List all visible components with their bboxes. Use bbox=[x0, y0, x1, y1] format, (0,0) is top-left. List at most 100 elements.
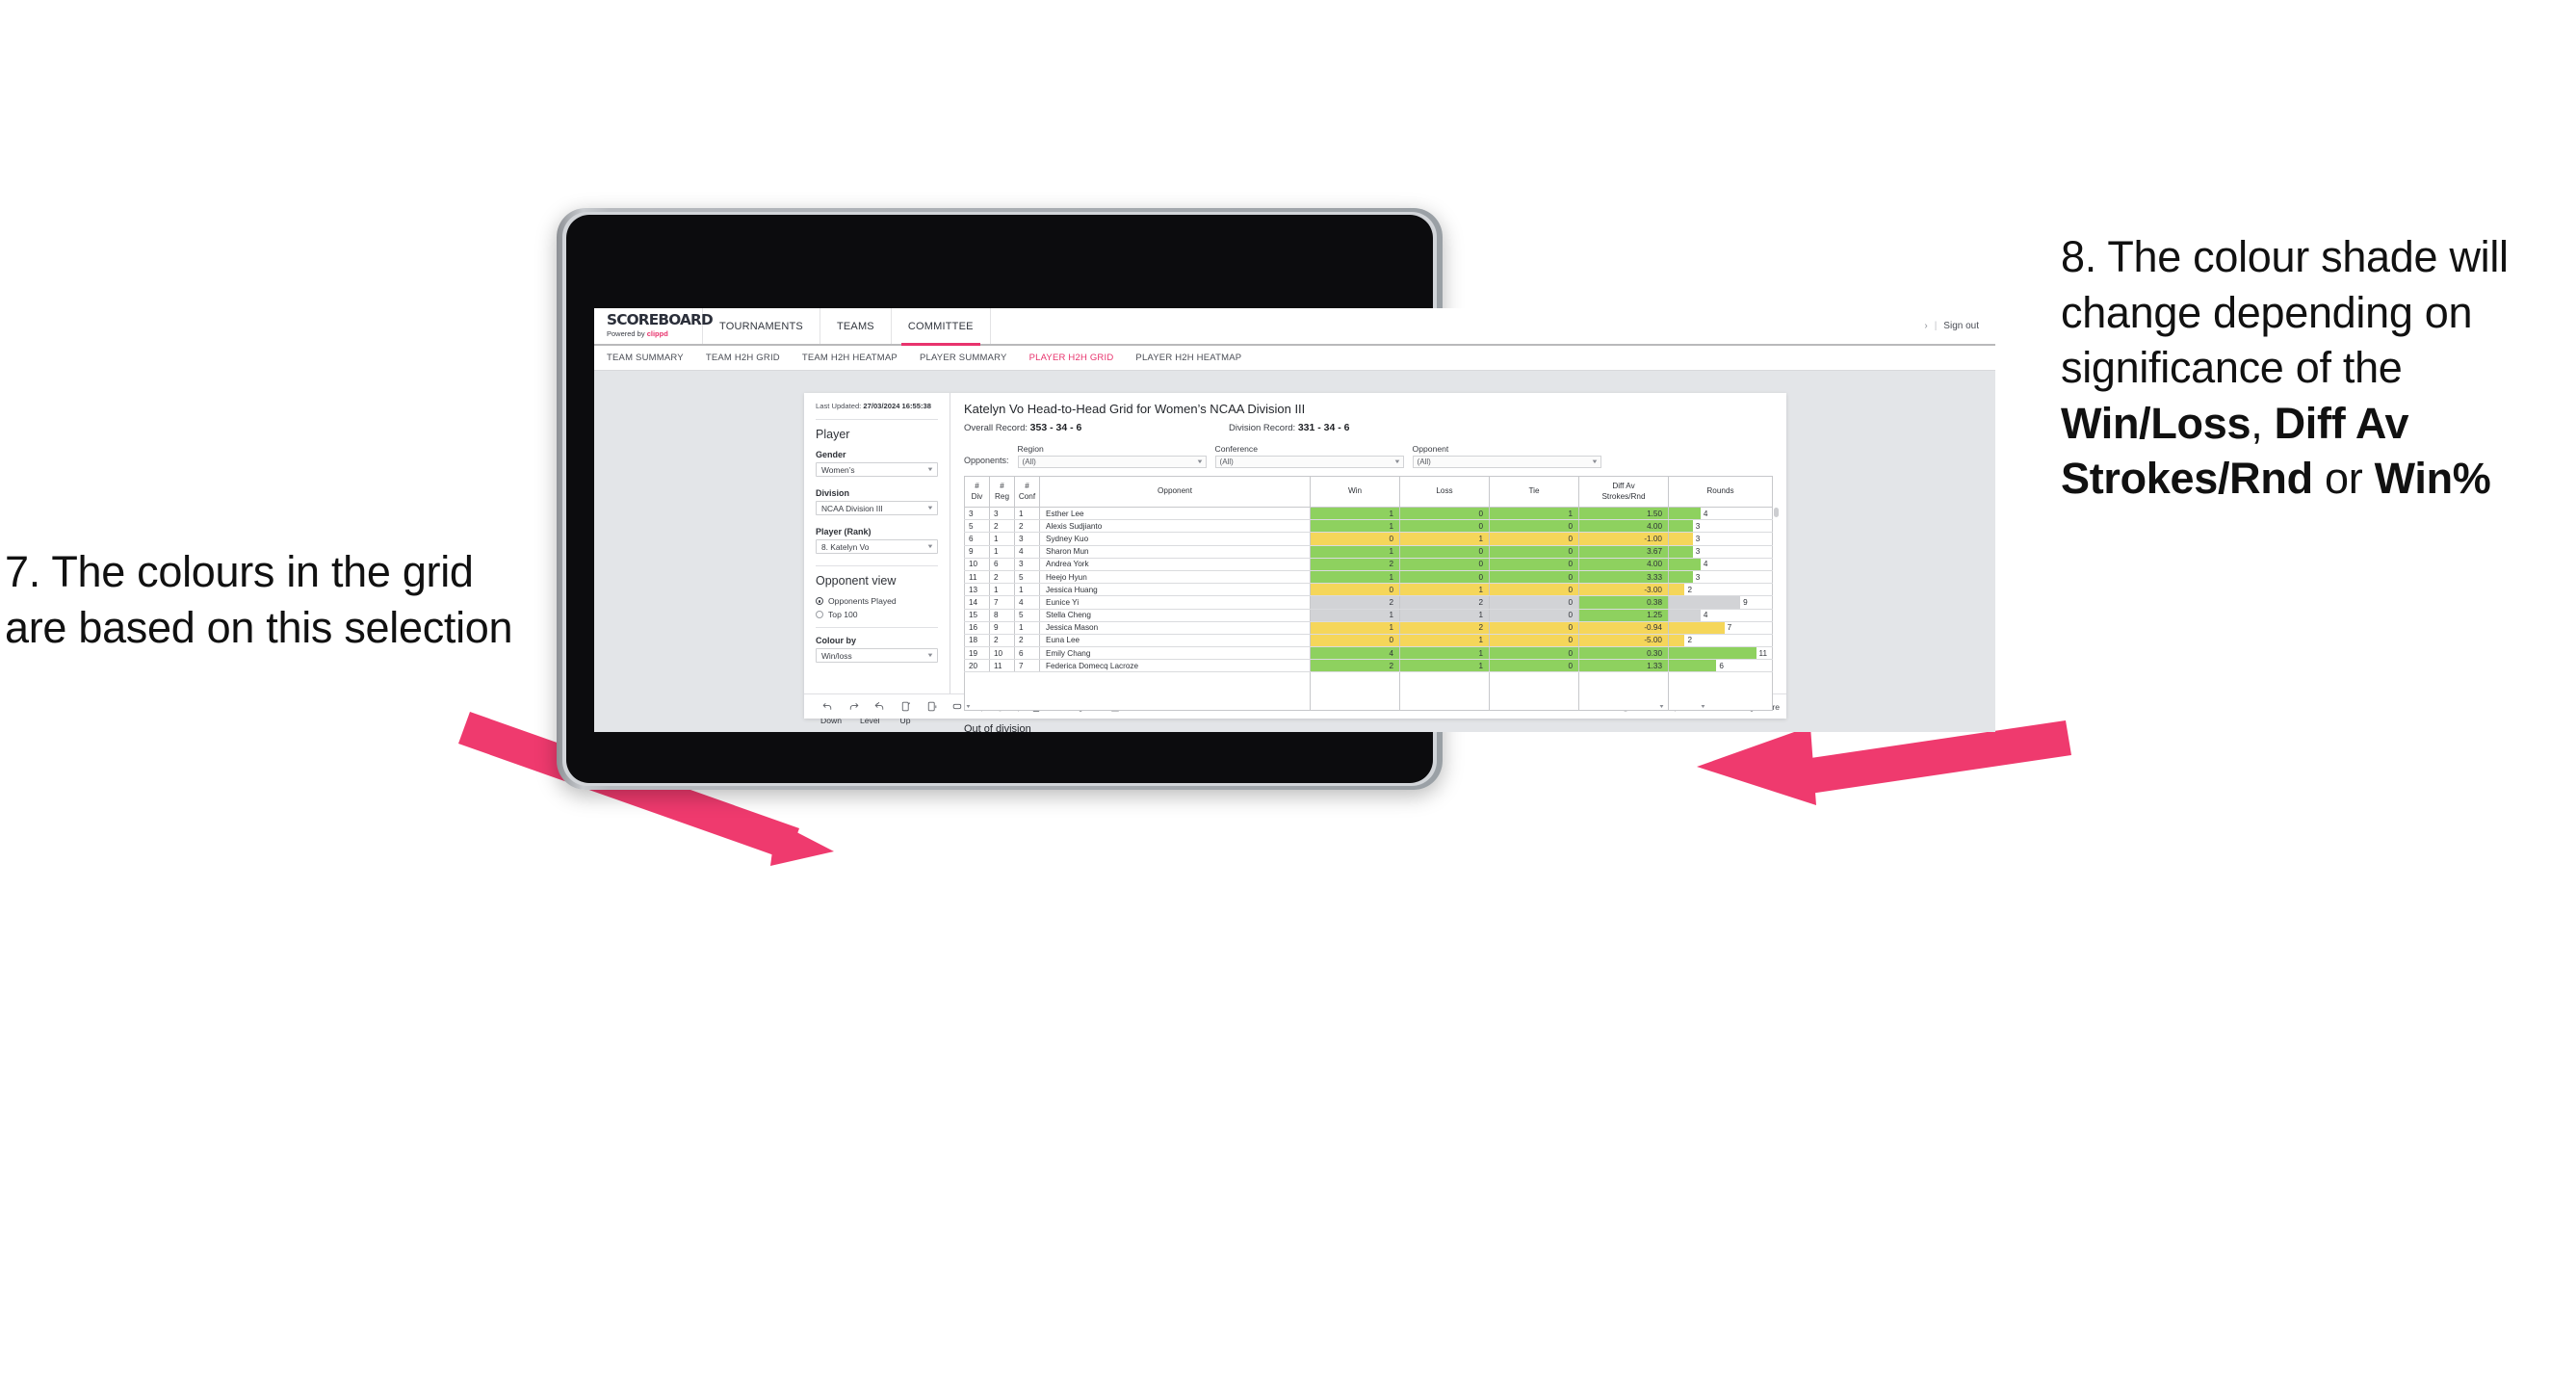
table-row[interactable]: 13 1 1 Jessica Huang 0 1 0 -3.00 2 bbox=[964, 583, 1773, 597]
h2h-grid-col-header: # Div bbox=[964, 476, 990, 508]
overall-record-label: Overall Record: bbox=[964, 423, 1030, 433]
cell-div: 16 bbox=[964, 621, 990, 635]
chevron-right-icon[interactable]: › bbox=[1924, 321, 1927, 331]
cell-tie: 0 bbox=[1489, 659, 1579, 673]
rounds-bar bbox=[1669, 508, 1701, 520]
cell-conf: 4 bbox=[1014, 595, 1040, 610]
rounds-bar bbox=[1669, 558, 1701, 570]
table-row[interactable]: 15 8 5 Stella Cheng 1 1 0 1.25 4 bbox=[964, 609, 1773, 622]
subnav-team-h2h-grid[interactable]: TEAM H2H GRID bbox=[706, 353, 780, 363]
top-nav-committee[interactable]: COMMITTEE bbox=[892, 308, 991, 346]
h2h-grid-table: # Div # Reg # Conf Opponent Win Loss Tie Diff Av St… bbox=[964, 476, 1773, 711]
cell-reg: 3 bbox=[989, 507, 1015, 521]
division-record-label: Division Record: bbox=[1229, 423, 1298, 433]
table-scrollbar[interactable] bbox=[1774, 508, 1779, 517]
cell-div: 11 bbox=[964, 570, 990, 585]
h2h-grid-col-header: # Conf bbox=[1014, 476, 1040, 508]
subnav-player-h2h-grid[interactable]: PLAYER H2H GRID bbox=[1029, 353, 1114, 363]
visualization-panel: Katelyn Vo Head-to-Head Grid for Women’s… bbox=[950, 393, 1786, 732]
cell-blank bbox=[964, 685, 990, 698]
filter-player-rank-value: 8. Katelyn Vo bbox=[821, 541, 870, 552]
cell-blank bbox=[1310, 697, 1400, 711]
cell-opponent: Jessica Mason bbox=[1039, 621, 1311, 635]
filter-conference-select[interactable]: (All) ▼ bbox=[1214, 456, 1404, 468]
cell-loss: 1 bbox=[1399, 532, 1490, 546]
subnav-team-h2h-heatmap[interactable]: TEAM H2H HEATMAP bbox=[802, 353, 898, 363]
cell-win: 2 bbox=[1310, 558, 1400, 571]
table-blank-row bbox=[964, 671, 1773, 686]
table-row[interactable]: 14 7 4 Eunice Yi 2 2 0 0.38 9 bbox=[964, 595, 1773, 610]
brand-logo[interactable]: SCOREBOARD Powered by clippd bbox=[594, 308, 714, 344]
filter-region-select[interactable]: (All) ▼ bbox=[1017, 456, 1207, 468]
table-row[interactable]: 6 1 3 Sydney Kuo 0 1 0 -1.00 3 bbox=[964, 532, 1773, 546]
refresh-data-button[interactable] bbox=[893, 700, 919, 713]
cell-reg: 1 bbox=[989, 532, 1015, 546]
h2h-grid-col-header: Rounds bbox=[1668, 476, 1773, 508]
cell-rounds: 3 bbox=[1668, 570, 1773, 585]
cell-rounds: 3 bbox=[1668, 545, 1773, 559]
cell-diff-av-strokes: 3.67 bbox=[1578, 545, 1669, 559]
top-nav-teams[interactable]: TEAMS bbox=[820, 308, 892, 344]
cell-reg: 9 bbox=[989, 621, 1015, 635]
cell-diff-av-strokes: 1.33 bbox=[1578, 659, 1669, 673]
revert-button[interactable] bbox=[867, 700, 893, 713]
filter-gender-select[interactable]: Women’s ▼ bbox=[816, 462, 938, 478]
cell-blank bbox=[1039, 685, 1311, 698]
cell-conf: 3 bbox=[1014, 532, 1040, 546]
cell-diff-av-strokes: -3.00 bbox=[1578, 583, 1669, 597]
cell-conf: 6 bbox=[1014, 646, 1040, 661]
filter-colour-by-select[interactable]: Win/loss ▼ bbox=[816, 648, 938, 664]
chevron-down-icon: ▾ bbox=[966, 704, 971, 710]
cell-reg: 6 bbox=[989, 558, 1015, 571]
filter-colour-by-label: Colour by bbox=[816, 636, 856, 646]
cell-tie: 0 bbox=[1489, 621, 1579, 635]
cell-loss: 1 bbox=[1399, 609, 1490, 622]
rounds-bar bbox=[1669, 621, 1725, 634]
cell-diff-av-strokes: 4.00 bbox=[1578, 519, 1669, 534]
table-row[interactable]: 3 3 1 Esther Lee 1 0 1 1.50 4 bbox=[964, 507, 1773, 521]
table-row[interactable]: 18 2 2 Euna Lee 0 1 0 -5.00 2 bbox=[964, 634, 1773, 648]
page-title: Katelyn Vo Head-to-Head Grid for Women’s… bbox=[964, 402, 1306, 416]
annotation-8-bold-winpct: Win% bbox=[2374, 454, 2491, 504]
cell-conf: 3 bbox=[1014, 558, 1040, 571]
subnav-player-summary[interactable]: PLAYER SUMMARY bbox=[920, 353, 1007, 363]
cell-blank bbox=[1668, 671, 1773, 686]
rounds-bar bbox=[1669, 660, 1717, 672]
filter-region: Region (All) ▼ bbox=[1017, 444, 1207, 468]
cell-reg: 8 bbox=[989, 609, 1015, 622]
cell-win: 2 bbox=[1310, 659, 1400, 673]
cell-div: 6 bbox=[964, 532, 990, 546]
filter-region-value: (All) bbox=[1022, 458, 1036, 466]
cell-diff-av-strokes: -1.00 bbox=[1578, 532, 1669, 546]
cell-opponent: Emily Chang bbox=[1039, 646, 1311, 661]
filter-division-select[interactable]: NCAA Division III ▼ bbox=[816, 501, 938, 516]
top-nav-tournaments[interactable]: TOURNAMENTS bbox=[703, 308, 820, 344]
subnav-player-h2h-heatmap[interactable]: PLAYER H2H HEATMAP bbox=[1135, 353, 1241, 363]
undo-button[interactable] bbox=[815, 700, 841, 713]
filter-player-rank-label: Player (Rank) bbox=[816, 527, 872, 537]
table-row[interactable]: 10 6 3 Andrea York 2 0 0 4.00 4 bbox=[964, 558, 1773, 571]
pause-updates-button[interactable] bbox=[919, 700, 945, 713]
filter-colour-by-value: Win/loss bbox=[821, 650, 852, 661]
table-row[interactable]: 16 9 1 Jessica Mason 1 2 0 -0.94 7 bbox=[964, 621, 1773, 635]
cell-blank bbox=[1399, 697, 1490, 711]
radio-top-100[interactable]: Top 100 bbox=[816, 610, 938, 619]
rounds-bar bbox=[1669, 520, 1693, 533]
cell-reg: 11 bbox=[989, 659, 1015, 673]
subnav-team-summary[interactable]: TEAM SUMMARY bbox=[607, 353, 684, 363]
table-row[interactable]: 11 2 5 Heejo Hyun 1 0 0 3.33 3 bbox=[964, 570, 1773, 585]
sign-out-link[interactable]: Sign out bbox=[1943, 321, 1979, 331]
radio-top-100-label: Top 100 bbox=[828, 610, 858, 620]
filter-gender: Gender Women’s ▼ bbox=[816, 450, 938, 478]
redo-button[interactable] bbox=[841, 700, 867, 713]
cell-blank bbox=[1489, 697, 1579, 711]
filter-opponent-select[interactable]: (All) ▼ bbox=[1412, 456, 1601, 468]
filter-gender-label: Gender bbox=[816, 450, 846, 460]
table-row[interactable]: 20 11 7 Federica Domecq Lacroze 2 1 0 1.33 6 bbox=[964, 659, 1773, 673]
radio-opponents-played[interactable]: Opponents Played bbox=[816, 596, 938, 606]
table-row[interactable]: 5 2 2 Alexis Sudjianto 1 0 0 4.00 3 bbox=[964, 519, 1773, 534]
table-row[interactable]: 19 10 6 Emily Chang 4 1 0 0.30 11 bbox=[964, 646, 1773, 661]
radio-icon-selected bbox=[816, 597, 823, 606]
table-row[interactable]: 9 1 4 Sharon Mun 1 0 0 3.67 3 bbox=[964, 545, 1773, 559]
filter-player-rank-select[interactable]: 8. Katelyn Vo ▼ bbox=[816, 539, 938, 555]
